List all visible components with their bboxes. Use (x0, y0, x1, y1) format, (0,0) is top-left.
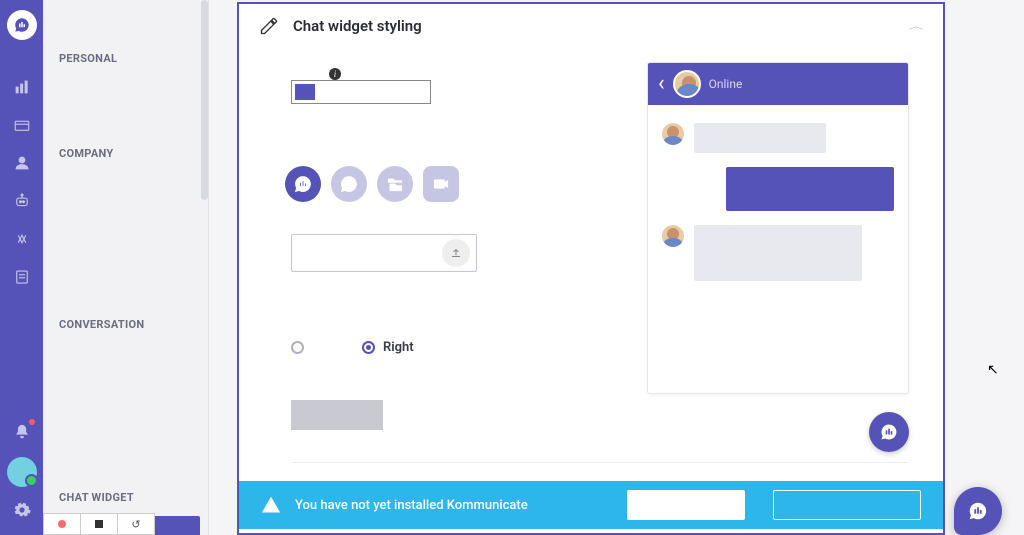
message-avatar (662, 225, 684, 247)
outgoing-message (662, 167, 894, 211)
record-button[interactable] (44, 514, 81, 534)
notice-text: You have not yet installed Kommunicate (295, 498, 528, 513)
stop-button[interactable] (81, 514, 118, 534)
settings-sidebar: PERSONAL COMPANY CONVERSATION CHAT WIDGE… (43, 0, 209, 535)
nav-users-icon[interactable] (11, 152, 33, 174)
user-avatar[interactable] (7, 457, 37, 487)
preview-launcher-button[interactable] (869, 412, 909, 452)
message-bubble (694, 123, 826, 153)
info-icon[interactable]: i (329, 68, 341, 80)
sidebar-group-conversation: CONVERSATION (43, 304, 208, 339)
position-right-option[interactable]: Right (362, 340, 414, 355)
restart-button[interactable]: ↺ (118, 514, 154, 534)
message-bubble (726, 167, 894, 211)
position-left-option[interactable] (291, 341, 312, 354)
position-right-label: Right (383, 340, 414, 355)
agent-status: Online (709, 77, 743, 91)
launcher-option-speech[interactable] (331, 166, 367, 202)
position-radio-group: Right (291, 340, 414, 355)
disabled-action-button (291, 400, 383, 430)
incoming-message (662, 225, 894, 281)
sidebar-group-chat-widget: CHAT WIDGET (43, 477, 208, 512)
primary-color-input[interactable] (291, 80, 431, 104)
notice-primary-button[interactable] (627, 490, 745, 520)
panel-title: Chat widget styling (293, 17, 422, 35)
launcher-option-folders[interactable] (377, 166, 413, 202)
nav-dashboard-icon[interactable] (11, 76, 33, 98)
radio-icon (362, 341, 375, 354)
chat-widget-preview: ‹ Online (647, 62, 909, 394)
notifications-icon[interactable] (11, 421, 33, 443)
settings-icon[interactable] (11, 499, 33, 521)
nav-integrations-icon[interactable] (11, 228, 33, 250)
launcher-icon-options (285, 166, 459, 202)
mouse-cursor: ↖ (987, 362, 999, 378)
sidebar-group-company: COMPANY (43, 133, 208, 168)
collapse-icon[interactable]: ︿ (909, 20, 923, 32)
install-notice-bar: You have not yet installed Kommunicate (239, 481, 943, 529)
launcher-option-chat-bars[interactable] (285, 166, 321, 202)
page-chat-launcher[interactable] (954, 487, 1002, 535)
incoming-message (662, 123, 894, 153)
warning-icon (261, 495, 281, 515)
nav-bot-icon[interactable] (11, 190, 33, 212)
preview-header: ‹ Online (648, 63, 908, 105)
message-avatar (662, 123, 684, 145)
agent-avatar (673, 70, 701, 98)
chat-widget-styling-panel: Chat widget styling ︿ i Right (237, 2, 945, 535)
sidebar-scrollbar[interactable] (201, 0, 208, 200)
screen-recorder-toolbar: ↺ (43, 513, 155, 535)
icon-rail (0, 0, 43, 535)
pencil-icon (259, 16, 279, 36)
message-bubble (694, 225, 862, 281)
nav-conversations-icon[interactable] (11, 114, 33, 136)
radio-icon (291, 341, 304, 354)
upload-icon (449, 246, 463, 260)
custom-icon-upload[interactable] (291, 234, 477, 272)
notification-badge (29, 419, 35, 425)
back-icon[interactable]: ‹ (658, 73, 665, 95)
brand-logo[interactable] (7, 10, 37, 40)
launcher-option-video[interactable] (423, 166, 459, 202)
section-divider (291, 462, 909, 463)
notice-secondary-button[interactable] (773, 490, 921, 520)
panel-header[interactable]: Chat widget styling ︿ (239, 4, 943, 48)
sidebar-group-personal: PERSONAL (43, 38, 208, 73)
nav-docs-icon[interactable] (11, 266, 33, 288)
color-swatch (295, 84, 315, 100)
